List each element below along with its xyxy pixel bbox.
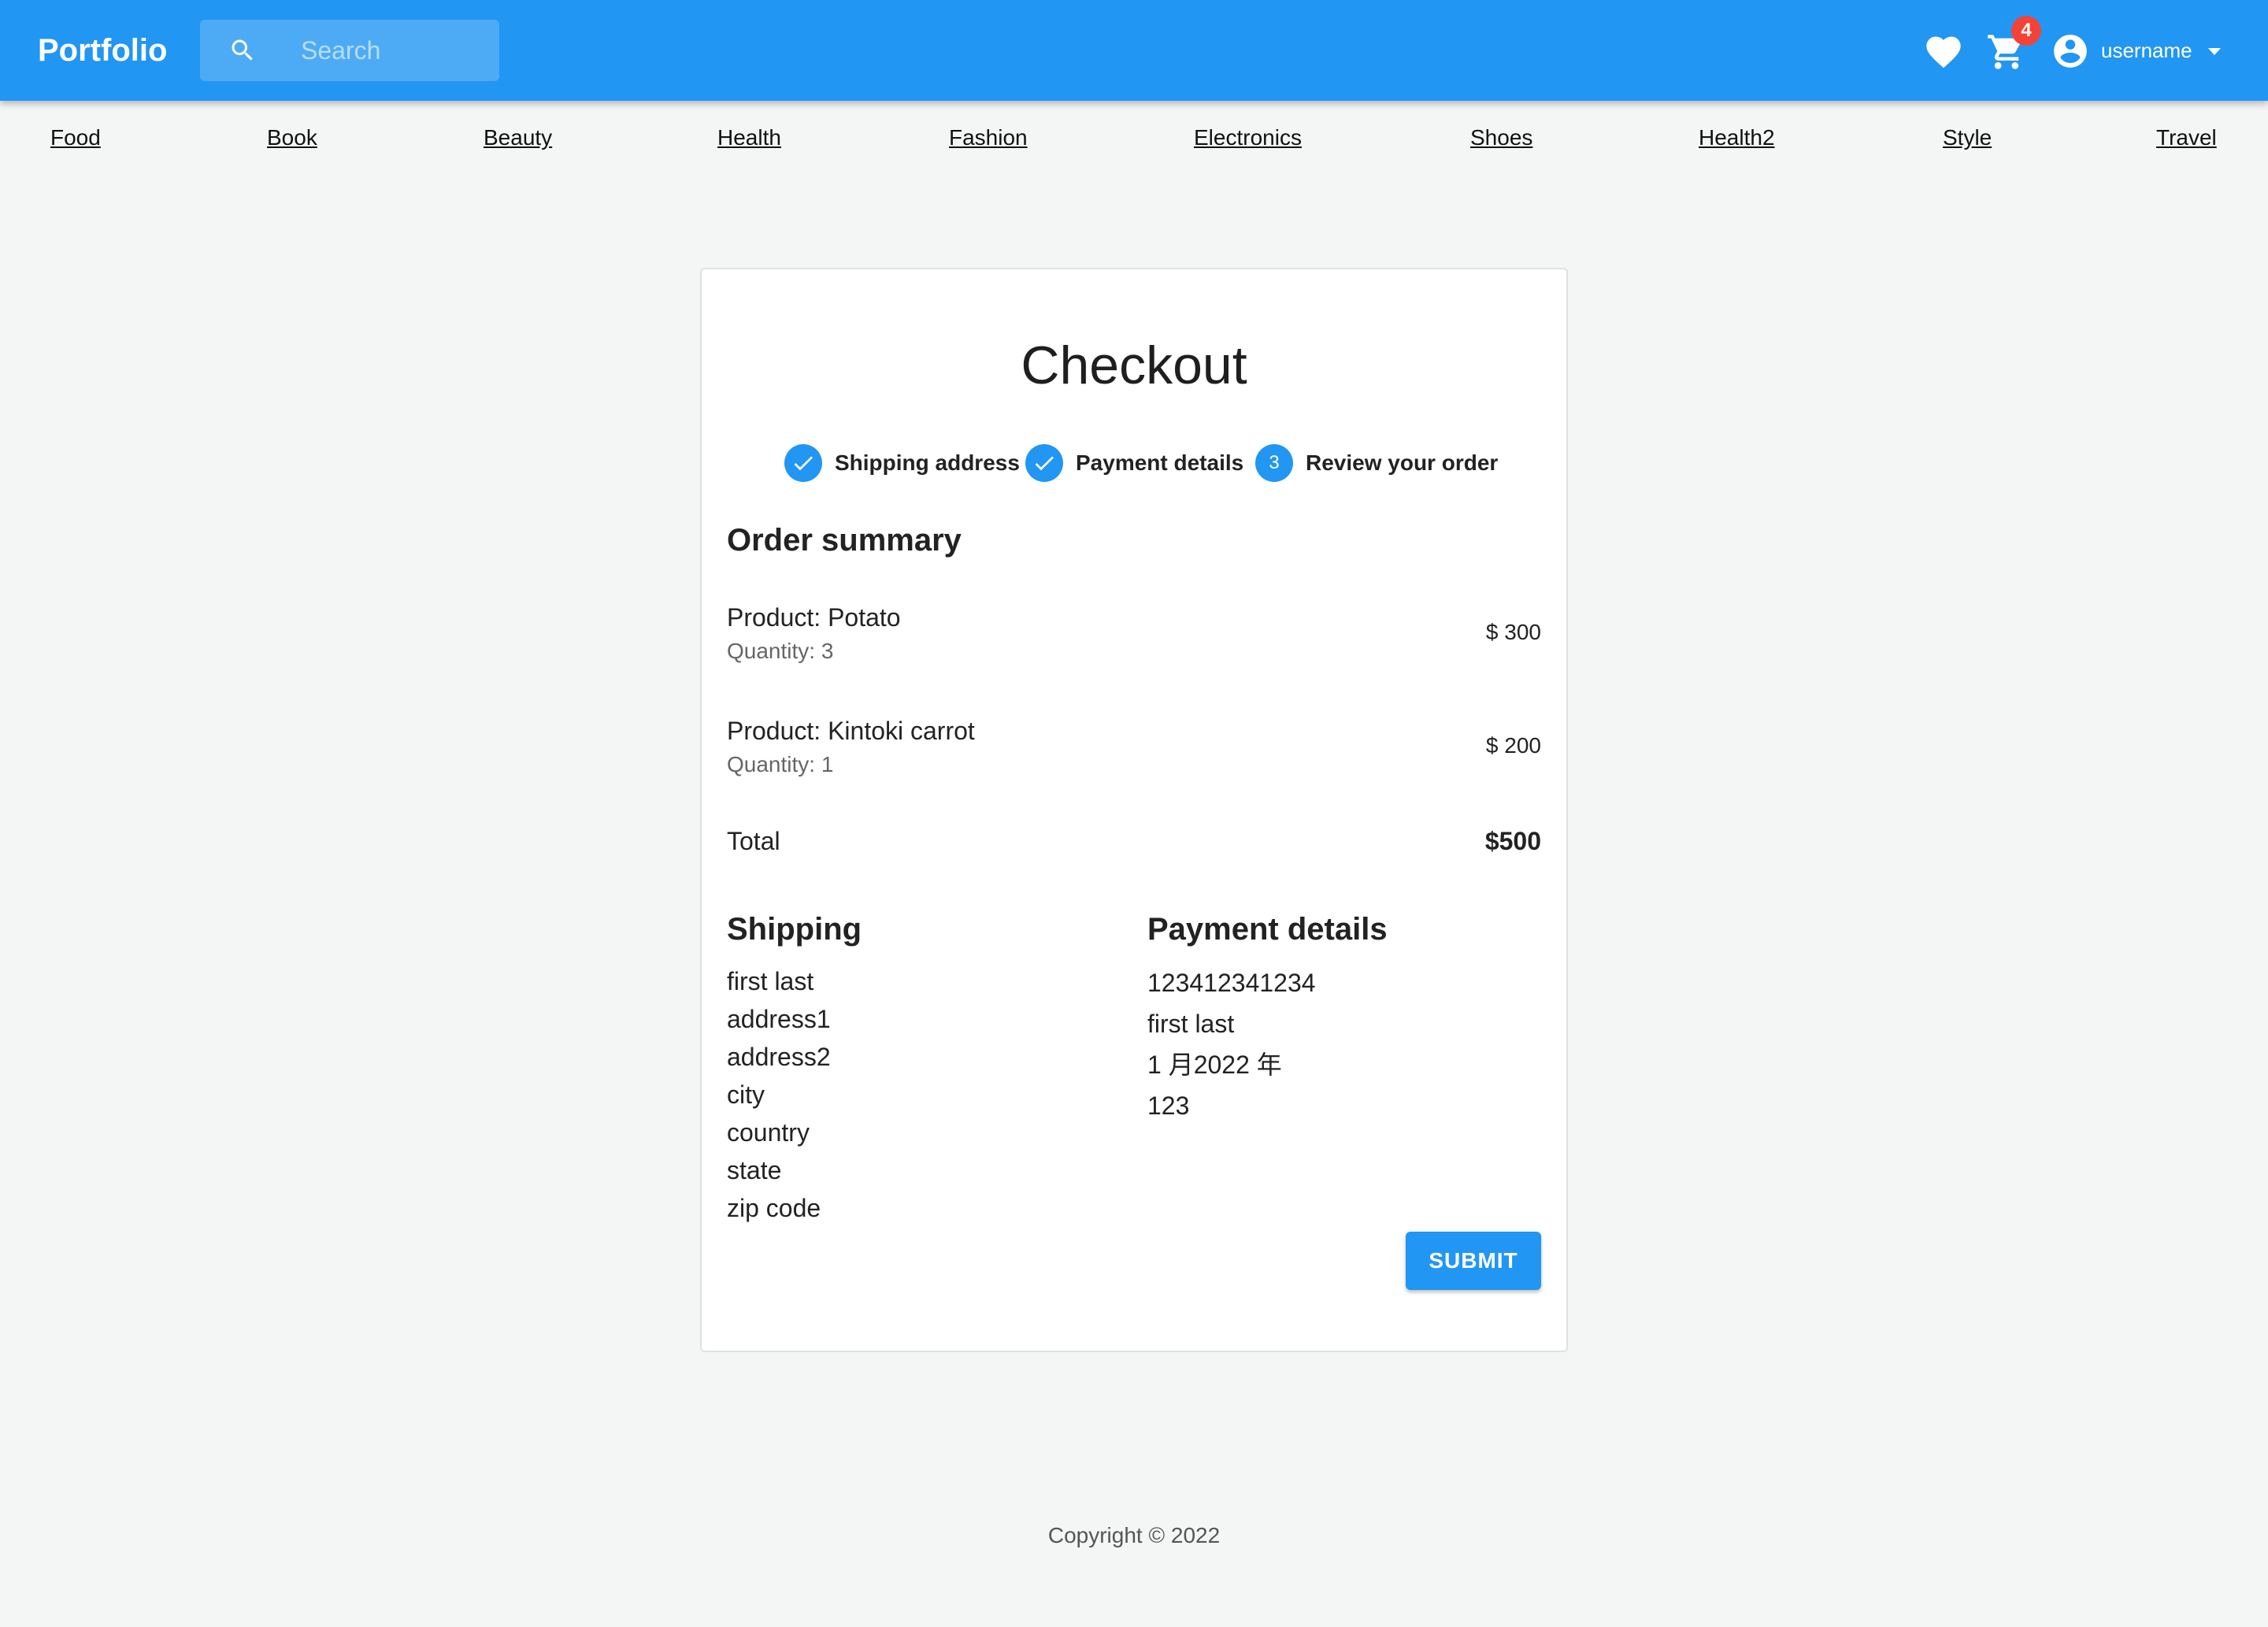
- category-link-beauty[interactable]: Beauty: [484, 122, 552, 154]
- step-2-label: Payment details: [1076, 450, 1244, 475]
- shipping-details: first last address1 address2 city countr…: [727, 962, 831, 1227]
- product-price: $ 300: [1485, 620, 1541, 644]
- card-expiry: 1 月2022 年: [1147, 1051, 1282, 1079]
- page-title: Checkout: [1021, 335, 1247, 395]
- search-icon: [232, 39, 253, 61]
- shipping-name: first last: [727, 967, 814, 995]
- category-link-style[interactable]: Style: [1943, 122, 1992, 154]
- checkout-card: Checkout Shipping address Payment detail…: [700, 268, 1568, 1352]
- copyright-footer: Copyright © 2022: [1047, 1523, 1221, 1547]
- cart-count-badge: 4: [2011, 16, 2041, 46]
- order-summary-heading: Order summary: [727, 523, 962, 558]
- account-circle-icon[interactable]: [2051, 32, 2090, 71]
- card-holder: first last: [1147, 1010, 1235, 1038]
- search-input[interactable]: [301, 20, 490, 81]
- shipping-city: city: [727, 1080, 765, 1109]
- step-3-label: Review your order: [1306, 450, 1499, 475]
- step-1-label: Shipping address: [835, 450, 1020, 475]
- shipping-address1: address1: [727, 1005, 831, 1033]
- card-number: 123412341234: [1147, 969, 1316, 997]
- check-icon: [1035, 456, 1054, 471]
- brand-logo[interactable]: Portfolio: [38, 28, 167, 72]
- total-label: Total: [727, 827, 780, 855]
- username-label[interactable]: username: [2101, 36, 2192, 65]
- shipping-address2: address2: [727, 1043, 831, 1071]
- product-price: $ 200: [1485, 733, 1541, 758]
- shipping-heading: Shipping: [727, 912, 862, 947]
- chevron-down-icon[interactable]: [2205, 42, 2224, 61]
- category-link-travel[interactable]: Travel: [2156, 122, 2217, 154]
- product-name: Product: Potato: [727, 603, 901, 632]
- step-3-active: 3: [1255, 444, 1293, 482]
- category-nav: Food Book Beauty Health Fashion Electron…: [0, 122, 2268, 154]
- category-link-book[interactable]: Book: [267, 122, 317, 154]
- total-value: $500: [1484, 827, 1541, 855]
- check-icon: [794, 456, 813, 471]
- category-link-electronics[interactable]: Electronics: [1194, 122, 1302, 154]
- step-1-complete: [784, 444, 822, 482]
- favorites-heart-icon[interactable]: [1923, 32, 1964, 72]
- product-name: Product: Kintoki carrot: [727, 717, 975, 745]
- category-link-health[interactable]: Health: [717, 122, 781, 154]
- shipping-zip: zip code: [727, 1194, 821, 1222]
- payment-details: 123412341234 first last 1 月2022 年 123: [1147, 962, 1316, 1126]
- category-link-fashion[interactable]: Fashion: [949, 122, 1028, 154]
- shipping-state: state: [727, 1156, 782, 1184]
- submit-button[interactable]: SUBMIT: [1406, 1232, 1541, 1290]
- step-2-complete: [1025, 444, 1063, 482]
- category-link-food[interactable]: Food: [50, 122, 101, 154]
- shipping-country: country: [727, 1118, 810, 1147]
- product-quantity: Quantity: 3: [727, 639, 834, 663]
- product-quantity: Quantity: 1: [727, 752, 834, 776]
- category-link-shoes[interactable]: Shoes: [1470, 122, 1532, 154]
- payment-heading: Payment details: [1147, 912, 1388, 947]
- card-cvv: 123: [1147, 1091, 1190, 1120]
- app-bar: Portfolio 4 username: [0, 0, 2268, 101]
- category-link-health2[interactable]: Health2: [1699, 122, 1775, 154]
- search-box[interactable]: [200, 20, 499, 81]
